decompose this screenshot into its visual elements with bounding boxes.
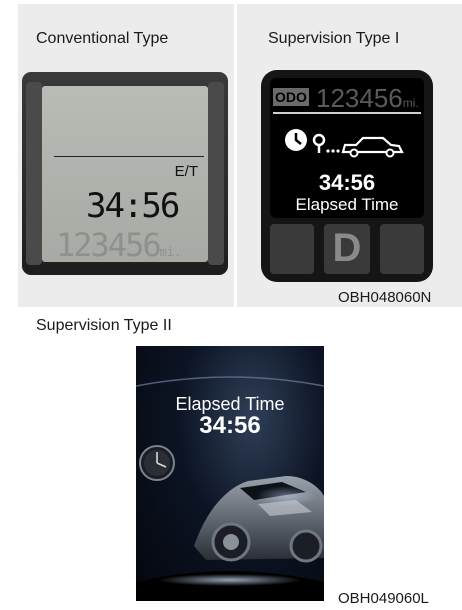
conventional-heading: Conventional Type bbox=[36, 30, 169, 47]
car-outline-icon bbox=[341, 136, 404, 158]
analog-clock-icon bbox=[139, 445, 175, 481]
odometer-underline bbox=[273, 112, 421, 114]
odometer-unit: mi. bbox=[402, 96, 419, 110]
supervision-2-artwork bbox=[136, 376, 324, 601]
supervision-2-ref-code: OBH049060L bbox=[338, 590, 429, 607]
supervision-1-elapsed-time: 34:56 bbox=[318, 170, 376, 195]
gear-indicator: D bbox=[332, 226, 362, 270]
lcd-left-bezel bbox=[26, 82, 42, 265]
lcd-right-bezel bbox=[208, 82, 224, 265]
lcd-ghost-digits: 123456 bbox=[56, 226, 162, 262]
odometer-digits: 123456 bbox=[316, 83, 403, 113]
supervision-1-lower-panel: D bbox=[270, 224, 424, 274]
route-clock-icon bbox=[285, 129, 307, 151]
location-pin-icon bbox=[312, 133, 340, 153]
supervision-2-heading: Supervision Type II bbox=[36, 317, 172, 334]
left-segment bbox=[270, 224, 314, 274]
supervision-1-heading: Supervision Type I bbox=[268, 30, 400, 47]
supervision-1-display: ODO 123456mi. 34:56 Elapsed Time D bbox=[261, 70, 433, 282]
lcd-screen: E/T 34:56 123456mi. bbox=[42, 86, 208, 262]
car-photo bbox=[194, 476, 324, 563]
lcd-divider-line bbox=[54, 156, 204, 157]
lcd-elapsed-time: 34:56 bbox=[86, 186, 180, 226]
odometer-value: 123456mi. bbox=[316, 83, 419, 114]
right-segment bbox=[380, 224, 424, 274]
odo-label: ODO bbox=[273, 88, 309, 106]
supervision-1-ref-code: OBH048060N bbox=[338, 289, 432, 306]
lcd-ghost-odometer: 123456mi. bbox=[56, 226, 181, 262]
trip-icons bbox=[285, 129, 404, 158]
lcd-ghost-unit: mi. bbox=[159, 245, 182, 259]
lcd-et-indicator: E/T bbox=[174, 163, 198, 180]
supervision-1-screen: ODO 123456mi. 34:56 Elapsed Time bbox=[270, 78, 424, 218]
supervision-1-elapsed-label: Elapsed Time bbox=[295, 195, 399, 214]
gear-segment: D bbox=[324, 224, 370, 274]
conventional-display: E/T 34:56 123456mi. bbox=[22, 72, 228, 275]
panel-divider bbox=[234, 4, 237, 307]
supervision-2-elapsed-time: 34:56 bbox=[199, 412, 261, 439]
supervision-2-display: Elapsed Time 34:56 bbox=[136, 346, 324, 601]
